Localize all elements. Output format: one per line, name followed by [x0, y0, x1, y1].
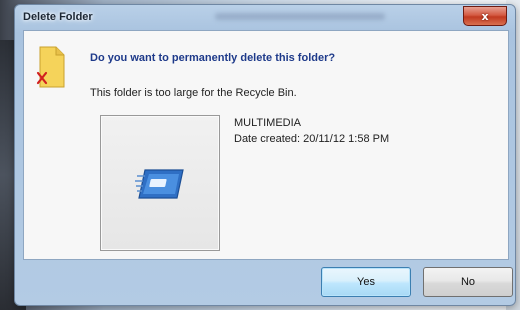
title-bar[interactable]: Delete Folder x [15, 5, 515, 29]
title-bar-blurred-text [215, 13, 385, 20]
item-name: MULTIMEDIA [234, 117, 302, 129]
close-button[interactable]: x [463, 6, 507, 26]
item-date-created: Date created: 20/11/12 1:58 PM [234, 133, 390, 145]
multimedia-folder-icon [135, 169, 184, 199]
close-icon: x [481, 9, 489, 23]
recycle-bin-message: This folder is too large for the Recycle… [90, 87, 297, 99]
folder-delete-icon [36, 46, 65, 88]
dialog-content: Do you want to permanently delete this f… [23, 30, 509, 260]
item-preview [100, 115, 220, 251]
yes-button[interactable]: Yes [321, 267, 411, 297]
window-title: Delete Folder [23, 11, 93, 23]
delete-folder-dialog: Delete Folder x Do you want to permanent… [14, 4, 516, 306]
confirmation-question: Do you want to permanently delete this f… [90, 52, 336, 64]
no-button[interactable]: No [423, 267, 513, 297]
